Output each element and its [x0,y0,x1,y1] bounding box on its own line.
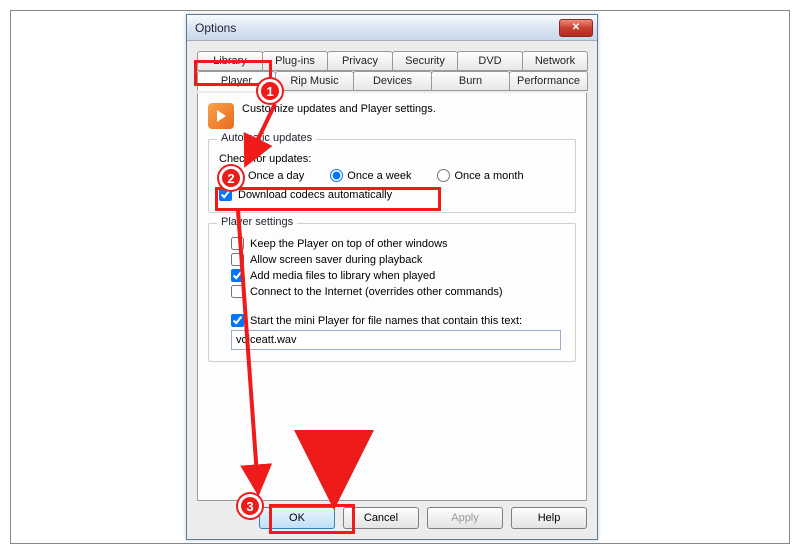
tab-plugins[interactable]: Plug-ins [262,51,328,71]
player-panel: Customize updates and Player settings. A… [197,93,587,501]
download-codecs-input[interactable] [219,188,232,201]
keep-on-top-input[interactable] [231,237,244,250]
legend-updates: Automatic updates [217,132,316,144]
checkbox-screensaver[interactable]: Allow screen saver during playback [231,253,565,266]
tab-security[interactable]: Security [392,51,458,71]
radio-once-a-day[interactable]: Once a day [231,169,304,182]
wmp-icon [208,103,234,129]
mini-player-text-input[interactable] [231,330,561,350]
add-to-library-label: Add media files to library when played [250,270,435,282]
group-player-settings: Player settings Keep the Player on top o… [208,223,576,362]
checkbox-download-codecs[interactable]: Download codecs automatically [219,188,565,201]
close-icon: ✕ [572,22,580,33]
options-dialog: Options ✕ Library Plug-ins Privacy Secur… [186,14,598,540]
download-codecs-label: Download codecs automatically [238,189,392,201]
intro-row: Customize updates and Player settings. [208,103,576,129]
mini-player-label: Start the mini Player for file names tha… [250,315,522,327]
legend-player-settings: Player settings [217,216,297,228]
tab-privacy[interactable]: Privacy [327,51,393,71]
add-to-library-input[interactable] [231,269,244,282]
radio-week-label: Once a week [347,170,411,182]
screensaver-label: Allow screen saver during playback [250,254,422,266]
apply-button[interactable]: Apply [427,507,503,529]
tab-performance[interactable]: Performance [509,71,588,91]
checkbox-keep-on-top[interactable]: Keep the Player on top of other windows [231,237,565,250]
ok-button[interactable]: OK [259,507,335,529]
tab-dvd[interactable]: DVD [457,51,523,71]
radio-week-input[interactable] [330,169,343,182]
internet-label: Connect to the Internet (overrides other… [250,286,503,298]
check-updates-label: Check for updates: [219,153,565,165]
window-title: Options [195,21,559,35]
dialog-buttons: OK Cancel Apply Help [187,507,597,529]
keep-on-top-label: Keep the Player on top of other windows [250,238,448,250]
tab-player[interactable]: Player [197,71,276,91]
internet-input[interactable] [231,285,244,298]
radio-once-a-week[interactable]: Once a week [330,169,411,182]
checkbox-add-to-library[interactable]: Add media files to library when played [231,269,565,282]
tab-rip-music[interactable]: Rip Music [275,71,354,91]
tab-strip: Library Plug-ins Privacy Security DVD Ne… [197,51,587,91]
radio-month-label: Once a month [454,170,523,182]
titlebar: Options ✕ [187,15,597,41]
tab-library[interactable]: Library [197,51,263,71]
checkbox-mini-player[interactable]: Start the mini Player for file names tha… [231,314,565,327]
update-frequency-radios: Once a day Once a week Once a month [231,169,565,182]
radio-day-input[interactable] [231,169,244,182]
mini-player-input[interactable] [231,314,244,327]
intro-text: Customize updates and Player settings. [242,103,436,115]
close-button[interactable]: ✕ [559,19,593,37]
radio-month-input[interactable] [437,169,450,182]
cancel-button[interactable]: Cancel [343,507,419,529]
tab-burn[interactable]: Burn [431,71,510,91]
group-automatic-updates: Automatic updates Check for updates: Onc… [208,139,576,213]
checkbox-internet[interactable]: Connect to the Internet (overrides other… [231,285,565,298]
mini-player-text-row [231,330,565,350]
help-button[interactable]: Help [511,507,587,529]
screensaver-input[interactable] [231,253,244,266]
radio-day-label: Once a day [248,170,304,182]
tab-network[interactable]: Network [522,51,588,71]
tab-devices[interactable]: Devices [353,71,432,91]
radio-once-a-month[interactable]: Once a month [437,169,523,182]
